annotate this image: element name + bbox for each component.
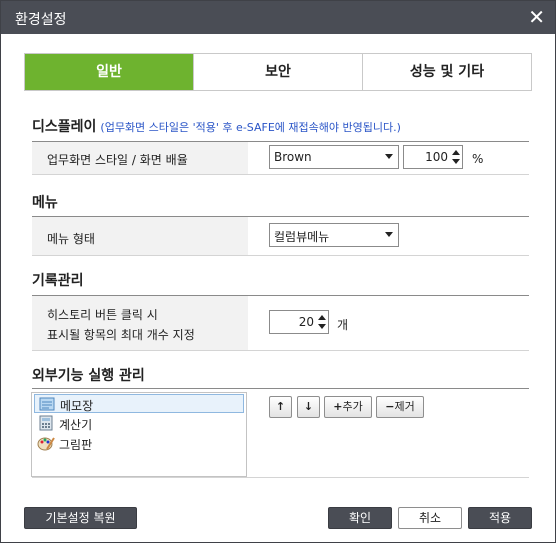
add-button-label: 추가 <box>342 400 363 413</box>
history-count-unit: 개 <box>337 318 349 332</box>
external-section-title: 외부기능 실행 관리 <box>32 368 145 384</box>
list-item-label: 계산기 <box>59 418 93 432</box>
menu-type-select[interactable]: 컬럼뷰메뉴 <box>269 223 399 247</box>
list-item[interactable]: 메모장 <box>34 394 244 413</box>
notepad-icon <box>38 396 56 412</box>
external-bottom-divider <box>32 477 529 478</box>
menu-bottom-divider <box>32 255 529 256</box>
tab-performance[interactable]: 성능 및 기타 <box>362 54 531 90</box>
stepper-down-icon[interactable] <box>318 324 326 329</box>
style-select[interactable]: Brown <box>269 145 399 169</box>
history-count-value: 20 <box>298 315 314 329</box>
external-app-list[interactable]: 메모장 계산기 그림판 <box>31 392 247 477</box>
stepper-up-icon[interactable] <box>452 150 460 155</box>
chevron-down-icon <box>385 232 393 237</box>
history-label-line1: 히스토리 버튼 클릭 시 <box>47 308 158 322</box>
external-divider <box>32 388 529 389</box>
display-title: 디스플레이 <box>32 119 97 135</box>
history-label-line2: 표시될 항목의 최대 개수 지정 <box>47 328 195 342</box>
move-up-button[interactable]: ↑ <box>269 396 292 418</box>
list-item-label: 메모장 <box>60 399 94 413</box>
title-bar: 환경설정 ✕ <box>1 1 555 34</box>
cancel-button[interactable]: 취소 <box>398 507 462 529</box>
history-count-stepper[interactable]: 20 <box>269 310 329 334</box>
remove-button-label: 제거 <box>394 400 415 413</box>
move-down-button[interactable]: ↓ <box>297 396 320 418</box>
arrow-up-icon: ↑ <box>275 400 286 413</box>
paint-icon <box>37 435 55 451</box>
menu-type-label: 메뉴 형태 <box>47 232 95 246</box>
style-select-value: Brown <box>274 150 312 164</box>
menu-section-title: 메뉴 <box>32 195 58 211</box>
remove-button[interactable]: −제거 <box>376 396 424 418</box>
tab-bar: 일반 보안 성능 및 기타 <box>24 53 532 91</box>
display-note: (업무화면 스타일은 '적용' 후 e-SAFE에 재접속해야 반영됩니다.) <box>100 121 401 134</box>
zoom-unit: % <box>472 152 484 166</box>
stepper-up-icon[interactable] <box>318 315 326 320</box>
settings-window: 환경설정 ✕ 일반 보안 성능 및 기타 디스플레이 (업무화면 스타일은 '적용… <box>0 0 556 543</box>
style-zoom-label: 업무화면 스타일 / 화면 배율 <box>47 153 188 167</box>
add-button[interactable]: +추가 <box>324 396 372 418</box>
list-item-label: 그림판 <box>59 438 93 452</box>
history-section-title: 기록관리 <box>32 273 84 289</box>
apply-button[interactable]: 적용 <box>468 507 532 529</box>
display-bottom-divider <box>32 174 529 175</box>
window-title: 환경설정 <box>15 12 67 28</box>
menu-type-value: 컬럼뷰메뉴 <box>274 230 330 244</box>
zoom-value: 100 <box>425 150 448 164</box>
calculator-icon <box>37 415 55 431</box>
close-icon[interactable]: ✕ <box>528 5 545 29</box>
list-item[interactable]: 그림판 <box>34 434 244 453</box>
restore-defaults-button[interactable]: 기본설정 복원 <box>24 507 137 529</box>
list-item[interactable]: 계산기 <box>34 414 244 433</box>
ok-button[interactable]: 확인 <box>328 507 392 529</box>
tab-security[interactable]: 보안 <box>193 54 362 90</box>
arrow-down-icon: ↓ <box>303 400 314 413</box>
tab-general[interactable]: 일반 <box>25 54 193 90</box>
stepper-down-icon[interactable] <box>452 159 460 164</box>
history-bottom-divider <box>32 350 529 351</box>
chevron-down-icon <box>385 154 393 159</box>
zoom-stepper[interactable]: 100 <box>403 145 463 169</box>
display-section-title: 디스플레이 (업무화면 스타일은 '적용' 후 e-SAFE에 재접속해야 반영됩… <box>32 116 401 136</box>
